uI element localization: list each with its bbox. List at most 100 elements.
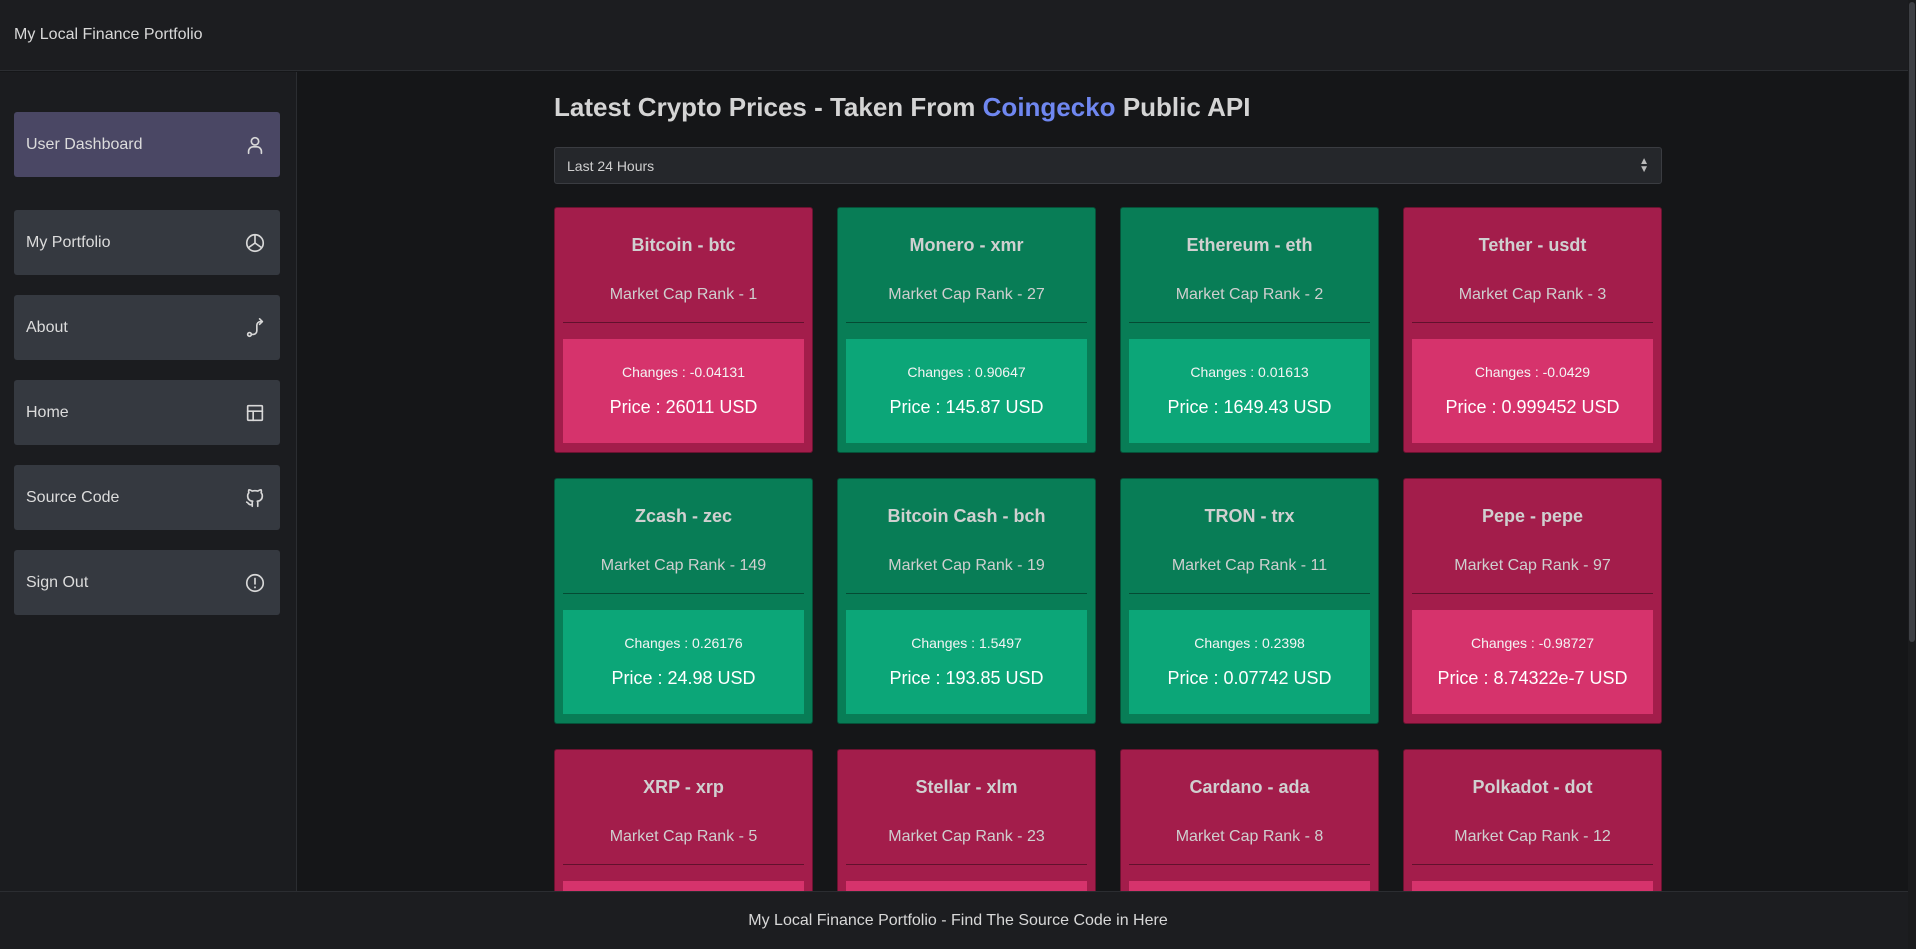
sidebar-item-source-code[interactable]: Source Code — [14, 465, 280, 530]
price-box: Changes : -0.98727 Price : 8.74322e-7 USD — [1412, 610, 1653, 714]
price-box — [1129, 881, 1370, 891]
coin-card: TRON - trx Market Cap Rank - 11 Changes : … — [1120, 478, 1379, 724]
sidebar-item-label: About — [26, 318, 68, 336]
card-divider — [1129, 322, 1370, 323]
card-divider — [1412, 864, 1653, 865]
chevron-updown-icon: ▲ ▼ — [1639, 155, 1649, 175]
main-content: Latest Crypto Prices - Taken From Coinge… — [298, 72, 1916, 891]
sidebar-item-label: User Dashboard — [26, 135, 143, 153]
market-cap-rank: Market Cap Rank - 3 — [1458, 286, 1607, 303]
top-bar: My Local Finance Portfolio — [0, 0, 1916, 71]
card-divider — [563, 864, 804, 865]
market-cap-rank: Market Cap Rank - 23 — [888, 828, 1045, 845]
coin-card: Cardano - ada Market Cap Rank - 8 — [1120, 749, 1379, 891]
card-divider — [1129, 593, 1370, 594]
coin-name: XRP - xrp — [643, 777, 724, 797]
price-box: Changes : 1.5497 Price : 193.85 USD — [846, 610, 1087, 714]
timeframe-select[interactable]: Last 24 Hours ▲ ▼ — [554, 147, 1662, 184]
coin-name: Polkadot - dot — [1472, 777, 1593, 797]
sidebar-item-label: Source Code — [26, 488, 120, 506]
coin-card: Stellar - xlm Market Cap Rank - 23 — [837, 749, 1096, 891]
coin-name: Ethereum - eth — [1186, 235, 1313, 255]
coin-name: Tether - usdt — [1478, 235, 1587, 255]
market-cap-rank: Market Cap Rank - 97 — [1454, 557, 1611, 574]
price-box: Changes : -0.04131 Price : 26011 USD — [563, 339, 804, 443]
coin-price: Price : 1649.43 USD — [1167, 397, 1332, 417]
app-title[interactable]: My Local Finance Portfolio — [14, 26, 203, 44]
coin-card: XRP - xrp Market Cap Rank - 5 — [554, 749, 813, 891]
sidebar-item-label: My Portfolio — [26, 233, 111, 251]
coin-name: Bitcoin - btc — [631, 235, 736, 255]
coin-card: Bitcoin Cash - bch Market Cap Rank - 19 Ch… — [837, 478, 1096, 724]
route-icon — [246, 317, 264, 337]
card-divider — [1412, 322, 1653, 323]
market-cap-rank: Market Cap Rank - 2 — [1175, 286, 1324, 303]
price-change: Changes : -0.04131 — [622, 364, 745, 380]
market-cap-rank: Market Cap Rank - 11 — [1171, 557, 1328, 574]
market-cap-rank: Market Cap Rank - 5 — [609, 828, 758, 845]
sidebar-item-about[interactable]: About — [14, 295, 280, 360]
card-divider — [1412, 593, 1653, 594]
card-divider — [846, 322, 1087, 323]
market-cap-rank: Market Cap Rank - 12 — [1454, 828, 1611, 845]
price-change: Changes : 0.90647 — [907, 364, 1026, 380]
card-divider — [846, 593, 1087, 594]
coin-name: Pepe - pepe — [1481, 506, 1584, 526]
price-change: Changes : 0.2398 — [1194, 635, 1305, 651]
price-box: Changes : 0.2398 Price : 0.07742 USD — [1129, 610, 1370, 714]
coin-price: Price : 26011 USD — [609, 397, 758, 417]
card-divider — [563, 322, 804, 323]
price-change: Changes : -0.98727 — [1471, 635, 1594, 651]
pie-chart-icon — [245, 233, 265, 252]
market-cap-rank: Market Cap Rank - 1 — [609, 286, 758, 303]
coin-price: Price : 145.87 USD — [889, 397, 1044, 417]
coin-price: Price : 8.74322e-7 USD — [1437, 668, 1628, 688]
coin-card: Pepe - pepe Market Cap Rank - 97 Changes :… — [1403, 478, 1662, 724]
sidebar-item-label: Home — [26, 403, 69, 421]
market-cap-rank: Market Cap Rank - 27 — [888, 286, 1045, 303]
coin-card: Tether - usdt Market Cap Rank - 3 Changes … — [1403, 207, 1662, 453]
layout-icon — [246, 404, 264, 421]
sidebar-item-label: Sign Out — [26, 573, 89, 591]
coin-name: Stellar - xlm — [915, 777, 1018, 797]
price-box: Changes : -0.0429 Price : 0.999452 USD — [1412, 339, 1653, 443]
market-cap-rank: Market Cap Rank - 8 — [1175, 828, 1324, 845]
price-change: Changes : 1.5497 — [911, 635, 1022, 651]
coin-card: Polkadot - dot Market Cap Rank - 12 — [1403, 749, 1662, 891]
sidebar-item-user-dashboard[interactable]: User Dashboard — [14, 112, 280, 177]
coin-card: Monero - xmr Market Cap Rank - 27 Changes … — [837, 207, 1096, 453]
coin-price: Price : 24.98 USD — [611, 668, 756, 688]
sidebar: User Dashboard My Portfolio About Home S… — [0, 72, 297, 891]
price-box: Changes : 0.26176 Price : 24.98 USD — [563, 610, 804, 714]
price-box: Changes : 0.01613 Price : 1649.43 USD — [1129, 339, 1370, 443]
coin-card: Bitcoin - btc Market Cap Rank - 1 Changes … — [554, 207, 813, 453]
coin-price: Price : 0.07742 USD — [1167, 668, 1332, 688]
sidebar-item-home[interactable]: Home — [14, 380, 280, 445]
price-box: Changes : 0.90647 Price : 145.87 USD — [846, 339, 1087, 443]
card-divider — [1129, 864, 1370, 865]
price-change: Changes : -0.0429 — [1474, 364, 1591, 380]
sidebar-item-sign-out[interactable]: Sign Out — [14, 550, 280, 615]
coin-name: Zcash - zec — [634, 506, 733, 526]
coin-name: Monero - xmr — [909, 235, 1024, 255]
price-change: Changes : 0.01613 — [1190, 364, 1309, 380]
timeframe-selected-value: Last 24 Hours — [567, 157, 655, 174]
page-title: Latest Crypto Prices - Taken From Coinge… — [554, 92, 1250, 123]
card-divider — [563, 593, 804, 594]
price-box — [563, 881, 804, 891]
heading-prefix: Latest Crypto Prices - Taken From — [554, 92, 976, 122]
github-icon — [245, 488, 264, 507]
scrollbar-thumb[interactable] — [1909, 2, 1915, 642]
footer-text[interactable]: My Local Finance Portfolio - Find The So… — [748, 912, 1167, 930]
sidebar-item-my-portfolio[interactable]: My Portfolio — [14, 210, 280, 275]
page-scrollbar[interactable] — [1908, 0, 1916, 949]
heading-suffix: Public API — [1122, 92, 1251, 122]
price-change: Changes : 0.26176 — [624, 635, 743, 651]
user-icon — [247, 136, 263, 154]
market-cap-rank: Market Cap Rank - 19 — [888, 557, 1045, 574]
card-divider — [846, 864, 1087, 865]
coin-price: Price : 193.85 USD — [889, 668, 1044, 688]
coin-card: Zcash - zec Market Cap Rank - 149 Changes … — [554, 478, 813, 724]
coingecko-link[interactable]: Coingecko — [983, 92, 1116, 122]
coin-name: Bitcoin Cash - bch — [887, 506, 1046, 526]
